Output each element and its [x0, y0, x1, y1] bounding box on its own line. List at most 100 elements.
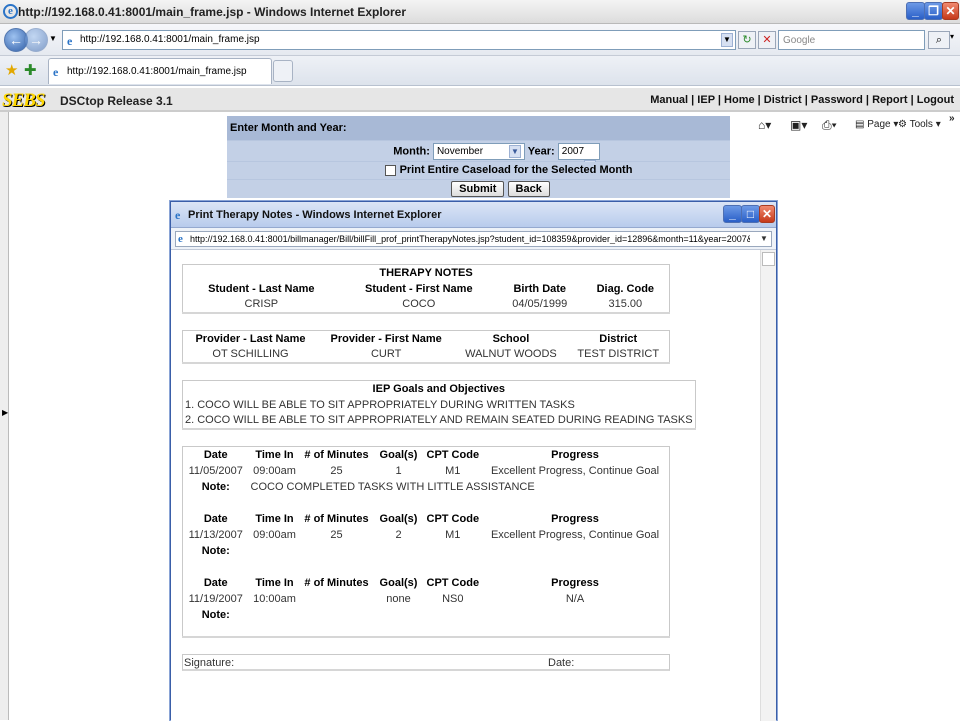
nav-home[interactable]: Home: [724, 94, 755, 106]
nav-manual[interactable]: Manual: [650, 94, 688, 106]
nav-district[interactable]: District: [764, 94, 802, 106]
address-toolbar: ← → ▼ e http://192.168.0.41:8001/main_fr…: [0, 24, 960, 56]
tab-main-frame[interactable]: e http://192.168.0.41:8001/main_frame.js…: [48, 58, 272, 84]
session-time-in: 10:00am: [253, 592, 296, 605]
table-row: THERAPY NOTES: [183, 265, 670, 281]
session-goals: none: [386, 592, 411, 605]
scrollbar-thumb[interactable]: [762, 252, 775, 266]
popup-close-button[interactable]: ✕: [759, 205, 775, 223]
signature-label: Signature:: [184, 657, 235, 669]
nav-report[interactable]: Report: [872, 94, 907, 106]
session-goals: 2: [395, 528, 402, 541]
table-row: 1. COCO WILL BE ABLE TO SIT APPROPRIATEL…: [183, 397, 696, 413]
minimize-button[interactable]: _: [906, 2, 925, 20]
table-row: Note: COCO COMPLETED TASKS WITH LITTLE A…: [183, 479, 670, 495]
address-url: http://192.168.0.41:8001/main_frame.jsp: [80, 34, 260, 45]
chevron-down-icon[interactable]: ▼: [758, 233, 770, 245]
submit-button[interactable]: Submit: [451, 181, 505, 197]
feeds-icon[interactable]: ▣▾: [790, 118, 807, 132]
forward-icon[interactable]: →: [24, 28, 48, 52]
goals-heading: IEP Goals and Objectives: [372, 382, 506, 395]
search-dropdown-icon[interactable]: ▾: [950, 32, 954, 41]
history-dropdown-icon[interactable]: ▼: [49, 34, 57, 43]
tab-label: http://192.168.0.41:8001/main_frame.jsp: [67, 66, 247, 77]
refresh-icon[interactable]: ↻: [738, 31, 756, 49]
district: TEST DISTRICT: [577, 348, 660, 360]
month-select[interactable]: November ▼: [432, 143, 525, 160]
back-button[interactable]: Back: [507, 181, 550, 197]
stop-icon[interactable]: ✕: [758, 31, 776, 49]
year-select[interactable]: 2007▼: [557, 143, 600, 173]
nav-iep[interactable]: IEP: [697, 94, 715, 106]
table-row: Date Time In # of Minutes Goal(s) CPT Co…: [183, 575, 670, 591]
spacer: [183, 495, 670, 511]
month-value: November: [436, 146, 484, 157]
column-header: Student - First Name: [365, 282, 473, 295]
popup-content: THERAPY NOTES Student - Last Name Studen…: [171, 250, 776, 721]
table-row: [183, 495, 670, 511]
table-row: Date Time In # of Minutes Goal(s) CPT Co…: [183, 447, 670, 463]
button-row: Submit Back: [227, 180, 730, 198]
print-all-checkbox[interactable]: [384, 164, 396, 176]
column-header: # of Minutes: [304, 576, 369, 589]
column-header: Date: [203, 512, 228, 525]
column-header: Progress: [551, 576, 599, 589]
restore-button[interactable]: ❐: [924, 2, 943, 20]
popup-maximize-button[interactable]: □: [741, 205, 760, 223]
close-button[interactable]: ✕: [942, 2, 959, 20]
tab-toolbar: ★ ✚ e http://192.168.0.41:8001/main_fram…: [0, 56, 960, 132]
address-dropdown-icon[interactable]: ▼: [721, 33, 733, 47]
print-all-label: Print Entire Caseload for the Selected M…: [399, 164, 633, 176]
expand-sidebar-icon[interactable]: ▶: [2, 408, 8, 417]
ie-page-icon: e: [67, 34, 73, 48]
popup-title-bar: e Print Therapy Notes - Windows Internet…: [171, 202, 776, 228]
search-input[interactable]: Google: [778, 30, 925, 50]
column-header: Progress: [551, 512, 599, 525]
column-header: Time In: [255, 448, 294, 461]
page-menu-label: Page: [867, 119, 891, 130]
sebs-logo: SEBS: [2, 90, 45, 111]
new-tab-button[interactable]: [273, 60, 293, 82]
address-input[interactable]: e http://192.168.0.41:8001/main_frame.js…: [62, 30, 736, 50]
table-row: Note:: [183, 607, 670, 623]
nav-password[interactable]: Password: [811, 94, 863, 106]
toolbar-overflow-icon[interactable]: »: [949, 113, 955, 124]
note-label: Note:: [201, 480, 230, 493]
column-header: CPT Code: [426, 512, 480, 525]
collapsed-sidebar[interactable]: ▶: [0, 112, 9, 720]
popup-address-input[interactable]: e http://192.168.0.41:8001/billmanager/B…: [175, 231, 772, 247]
tools-menu[interactable]: ⚙ Tools ▾: [898, 119, 941, 130]
column-header: # of Minutes: [304, 512, 369, 525]
ie-page-icon: e: [178, 233, 183, 245]
column-header: Date: [203, 448, 228, 461]
table-row: 11/13/2007 09:00am 25 2 M1 Excellent Pro…: [183, 527, 670, 543]
table-row: 11/05/2007 09:00am 25 1 M1 Excellent Pro…: [183, 463, 670, 479]
year-label: Year:: [527, 145, 555, 158]
goal-item: 1. COCO WILL BE ABLE TO SIT APPROPRIATEL…: [185, 398, 575, 411]
add-favorite-icon[interactable]: ✚: [24, 61, 37, 79]
search-icon[interactable]: ⌕: [928, 31, 950, 49]
table-row: 11/19/2007 10:00am none NS0 N/A: [183, 591, 670, 607]
column-header: Provider - First Name: [330, 332, 442, 345]
popup-scrollbar[interactable]: [760, 250, 776, 721]
session-note: COCO COMPLETED TASKS WITH LITTLE ASSISTA…: [250, 480, 535, 493]
top-nav: Manual | IEP | Home | District | Passwor…: [650, 94, 954, 106]
page-menu[interactable]: ▤ Page ▾: [855, 119, 898, 130]
session-time-in: 09:00am: [253, 464, 296, 477]
popup-minimize-button[interactable]: _: [723, 205, 742, 223]
favorites-star-icon[interactable]: ★: [5, 61, 18, 79]
column-header: Goal(s): [379, 576, 418, 589]
popup-address-bar: e http://192.168.0.41:8001/billmanager/B…: [171, 228, 776, 250]
provider-first-name: CURT: [370, 348, 402, 360]
nav-logout[interactable]: Logout: [917, 94, 954, 106]
column-header: CPT Code: [426, 576, 480, 589]
column-header: Student - Last Name: [208, 282, 315, 295]
column-header: School: [492, 332, 530, 345]
table-row: Student - Last Name Student - First Name…: [183, 281, 670, 297]
therapy-notes-heading: THERAPY NOTES: [379, 266, 473, 279]
table-row: Provider - Last Name Provider - First Na…: [183, 331, 670, 347]
student-first-name: COCO: [402, 298, 436, 310]
print-icon[interactable]: ⎙▾: [822, 118, 837, 133]
home-icon[interactable]: ⌂▾: [758, 118, 771, 132]
session-cpt: M1: [445, 528, 461, 541]
